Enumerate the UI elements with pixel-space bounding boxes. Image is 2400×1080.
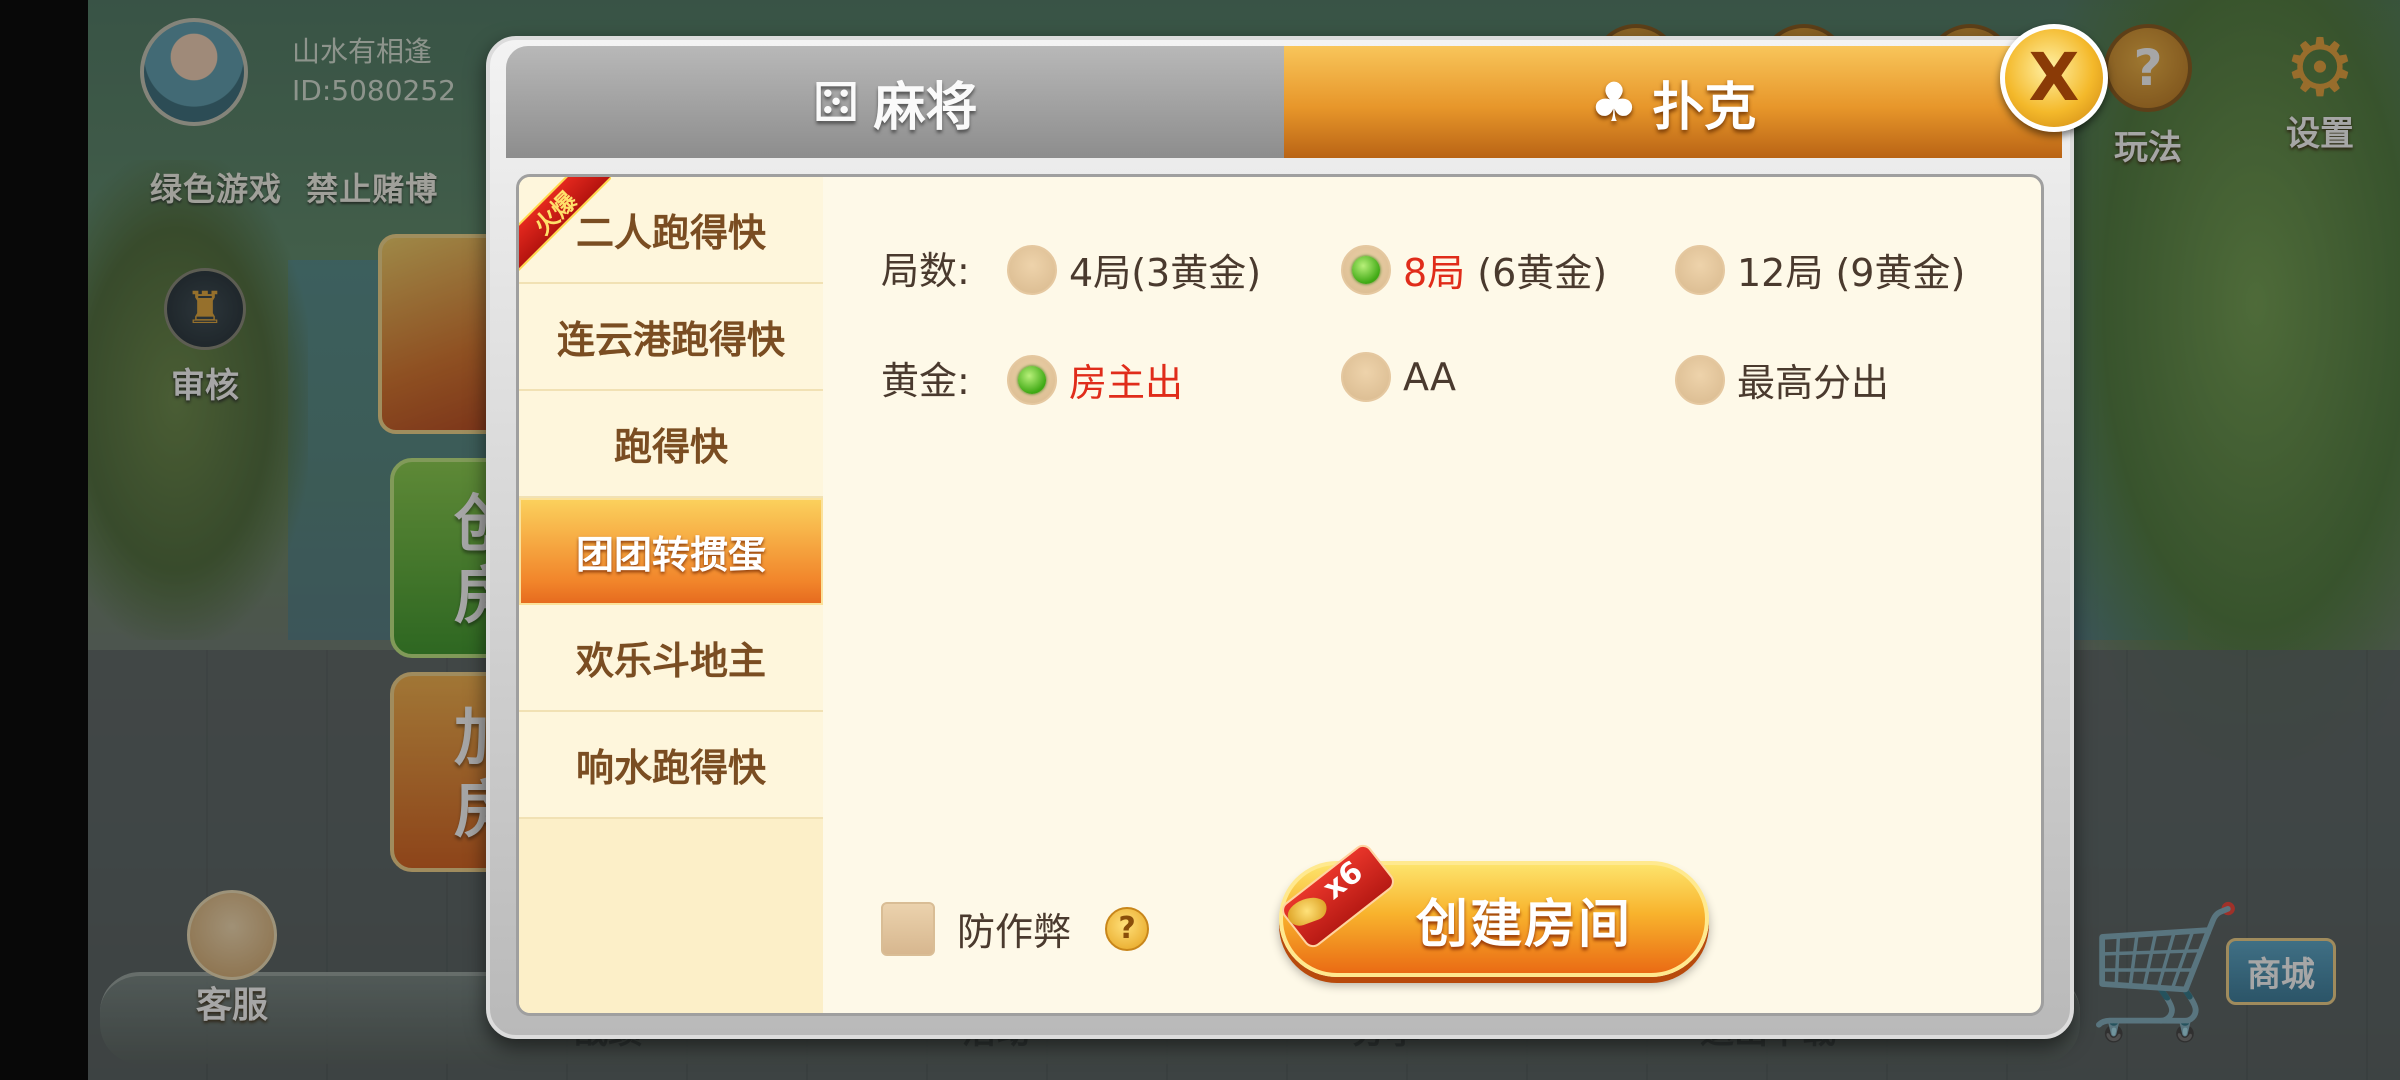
option-text: AA	[1403, 355, 1457, 399]
close-icon: X	[2028, 39, 2080, 116]
anti-cheat-label: 防作弊	[957, 910, 1072, 954]
game-type-tabs: ⚄ 麻将 ♣ 扑克	[506, 46, 2062, 158]
options-content: 局数: 4局(3黄金) 8局 (6黄金) 12局 (9黄金) 黄金: 房主出 A…	[823, 177, 2041, 1013]
sidebar-item-xiangshui-pdk[interactable]: 响水跑得快	[519, 712, 823, 819]
cost-badge: x6	[1277, 840, 1407, 952]
sidebar-item-label: 团团转掼蛋	[575, 533, 766, 577]
radio-button[interactable]	[1675, 244, 1725, 295]
tab-label: 麻将	[873, 77, 978, 138]
option-text: 8局 (6黄金)	[1403, 242, 1607, 297]
sidebar-item-pdk[interactable]: 跑得快	[519, 391, 823, 498]
hot-badge-label: 火爆	[519, 177, 611, 271]
radio-button-selected[interactable]	[1007, 354, 1057, 405]
tab-label: 扑克	[1652, 77, 1757, 138]
anti-cheat-checkbox[interactable]	[881, 901, 935, 956]
gold-option-owner-pays[interactable]: 房主出	[1007, 352, 1183, 407]
option-text: 12局 (9黄金)	[1737, 242, 1965, 297]
radio-button[interactable]	[1675, 354, 1725, 405]
dialog-panel: 火爆 二人跑得快 连云港跑得快 跑得快 团团转掼蛋 欢乐斗地主 响水跑得快 局数…	[516, 174, 2044, 1016]
game-list-sidebar: 火爆 二人跑得快 连云港跑得快 跑得快 团团转掼蛋 欢乐斗地主 响水跑得快	[519, 177, 823, 1013]
sidebar-item-two-player-pdk[interactable]: 火爆 二人跑得快	[519, 177, 823, 284]
option-text: 4局(3黄金)	[1069, 242, 1261, 297]
radio-button[interactable]	[1007, 244, 1057, 295]
club-icon: ♣	[1589, 70, 1639, 134]
anti-cheat-option: 防作弊 ?	[881, 901, 1150, 956]
rounds-option-8[interactable]: 8局 (6黄金)	[1341, 242, 1607, 297]
gold-option-aa[interactable]: AA	[1341, 352, 1456, 402]
rounds-row: 局数:	[881, 237, 1011, 297]
gold-option-highest-score-pays[interactable]: 最高分出	[1675, 352, 1889, 407]
create-room-label: 创建房间	[1415, 894, 1632, 955]
sidebar-item-doudizhu[interactable]: 欢乐斗地主	[519, 605, 823, 712]
dice-icon: ⚄	[812, 70, 860, 134]
option-text: 最高分出	[1737, 361, 1890, 405]
create-room-dialog: ⚄ 麻将 ♣ 扑克 火爆 二人跑得快 连云港跑得快 跑得快 团团转掼蛋 欢乐斗地…	[486, 36, 2074, 1039]
sidebar-item-label: 跑得快	[613, 425, 728, 469]
help-icon[interactable]: ?	[1105, 906, 1150, 951]
sidebar-item-tuantuanzhuan-guandan[interactable]: 团团转掼蛋	[519, 498, 823, 605]
gold-row: 黄金:	[881, 347, 1011, 407]
option-cost: (6黄金)	[1465, 251, 1608, 295]
sidebar-item-lianyungang-pdk[interactable]: 连云港跑得快	[519, 284, 823, 391]
option-cost: (3黄金)	[1131, 251, 1262, 295]
close-button[interactable]: X	[2000, 24, 2108, 132]
tab-poker[interactable]: ♣ 扑克	[1284, 46, 2062, 158]
option-main: 4局	[1069, 251, 1132, 295]
hot-badge: 火爆	[519, 177, 611, 271]
tab-mahjong[interactable]: ⚄ 麻将	[506, 46, 1284, 158]
radio-button[interactable]	[1341, 352, 1391, 402]
radio-button-selected[interactable]	[1341, 244, 1391, 295]
option-text: 房主出	[1069, 361, 1184, 405]
option-main: 12局	[1737, 251, 1824, 295]
rounds-option-12[interactable]: 12局 (9黄金)	[1675, 242, 1965, 297]
option-main: 8局	[1403, 251, 1466, 295]
rounds-option-4[interactable]: 4局(3黄金)	[1007, 242, 1261, 297]
option-cost: (9黄金)	[1823, 251, 1966, 295]
create-room-button[interactable]: x6 创建房间	[1277, 840, 1709, 977]
sidebar-item-label: 欢乐斗地主	[575, 639, 766, 683]
sidebar-item-label: 响水跑得快	[575, 746, 766, 790]
gold-label: 黄金:	[881, 358, 970, 403]
rounds-label: 局数:	[881, 248, 970, 293]
sidebar-item-label: 连云港跑得快	[556, 318, 785, 362]
